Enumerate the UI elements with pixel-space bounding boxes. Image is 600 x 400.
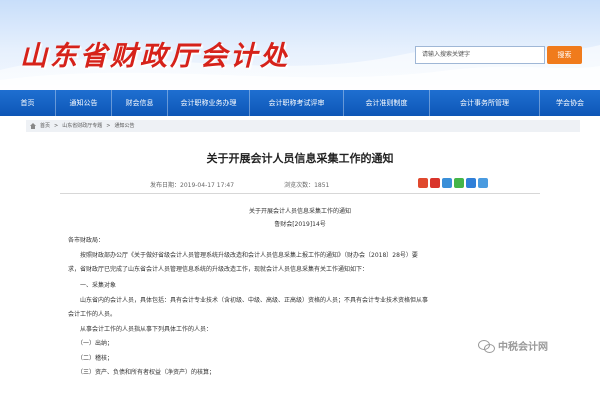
paragraph: 一、采集对象 (68, 282, 117, 289)
nav-item-title-exam[interactable]: 会计职称考试评审 (250, 90, 344, 116)
divider (60, 193, 540, 194)
nav-item-firm-management[interactable]: 会计事务所管理 (430, 90, 540, 116)
site-header: 山东省财政厅会计处 请输入搜索关键字 搜索 (0, 0, 600, 90)
search-input[interactable]: 请输入搜索关键字 (415, 46, 545, 64)
breadcrumb-separator: > (54, 123, 59, 129)
main-nav: 首页 通知公告 财会信息 会计职称业务办理 会计职称考试评审 会计准则制度 会计… (0, 90, 600, 116)
paragraph: 会计工作的人员。 (68, 311, 117, 318)
article-title: 关于开展会计人员信息采集工作的通知 (206, 152, 394, 165)
share-renren-icon[interactable] (466, 178, 476, 188)
view-count: 浏览次数：1851 (284, 182, 330, 189)
paragraph: 按照财政部办公厅《关于做好省级会计人员管理系统升级改造和会计人员信息采集上报工作… (68, 252, 418, 259)
nav-item-associations[interactable]: 学会协会 (540, 90, 600, 116)
nav-item-notices[interactable]: 通知公告 (56, 90, 112, 116)
publish-time: 发布日期：2019-04-17 17:47 (150, 182, 235, 189)
article-subtitle: 关于开展会计人员信息采集工作的通知 (248, 208, 351, 215)
breadcrumb-section[interactable]: 山东省财政厅专题 (62, 120, 102, 132)
paragraph: （一）出纳； (68, 340, 114, 347)
share-wechat-icon[interactable] (454, 178, 464, 188)
share-qzone-icon[interactable] (418, 178, 428, 188)
share-more-icon[interactable] (478, 178, 488, 188)
breadcrumb-home[interactable]: 首页 (40, 120, 50, 132)
search-button[interactable]: 搜索 (547, 46, 582, 64)
paragraph: 山东省内的会计人员，具体包括：具有会计专业技术（含初级、中级、高级、正高级）资格… (68, 297, 429, 304)
paragraph: 各市财政局： (68, 237, 105, 244)
wechat-icon (478, 339, 495, 353)
document-number: 鲁财会[2019]14号 (274, 221, 326, 228)
nav-item-title-business[interactable]: 会计职称业务办理 (168, 90, 250, 116)
site-logo-title: 山东省财政厅会计处 (20, 41, 290, 72)
paragraph: 求，省财政厅已完成了山东省会计人员管理信息系统的升级改造工作，现就会计人员信息采… (68, 266, 369, 273)
home-icon (30, 123, 36, 129)
paragraph: 从事会计工作的人员指从事下列具体工作的人员： (68, 326, 213, 333)
share-weibo-icon[interactable] (430, 178, 440, 188)
watermark: 中税会计网 (478, 338, 548, 353)
share-tencent-weibo-icon[interactable] (442, 178, 452, 188)
breadcrumb: 首页 > 山东省财政厅专题 > 通知公告 (26, 120, 580, 132)
nav-item-home[interactable]: 首页 (0, 90, 56, 116)
breadcrumb-separator: > (106, 123, 111, 129)
nav-item-standards[interactable]: 会计准则制度 (344, 90, 430, 116)
page: 山东省财政厅会计处 请输入搜索关键字 搜索 首页 通知公告 财会信息 会计职称业… (0, 0, 600, 400)
paragraph: （三）资产、负债和所有者权益（净资产）的核算； (68, 369, 216, 376)
nav-item-finance-info[interactable]: 财会信息 (112, 90, 168, 116)
watermark-text: 中税会计网 (498, 342, 548, 353)
breadcrumb-current[interactable]: 通知公告 (114, 120, 134, 132)
paragraph: （二）稽核； (68, 355, 114, 362)
article-meta: 发布日期：2019-04-17 17:47 浏览次数：1851 (150, 180, 410, 189)
share-buttons (418, 178, 488, 188)
